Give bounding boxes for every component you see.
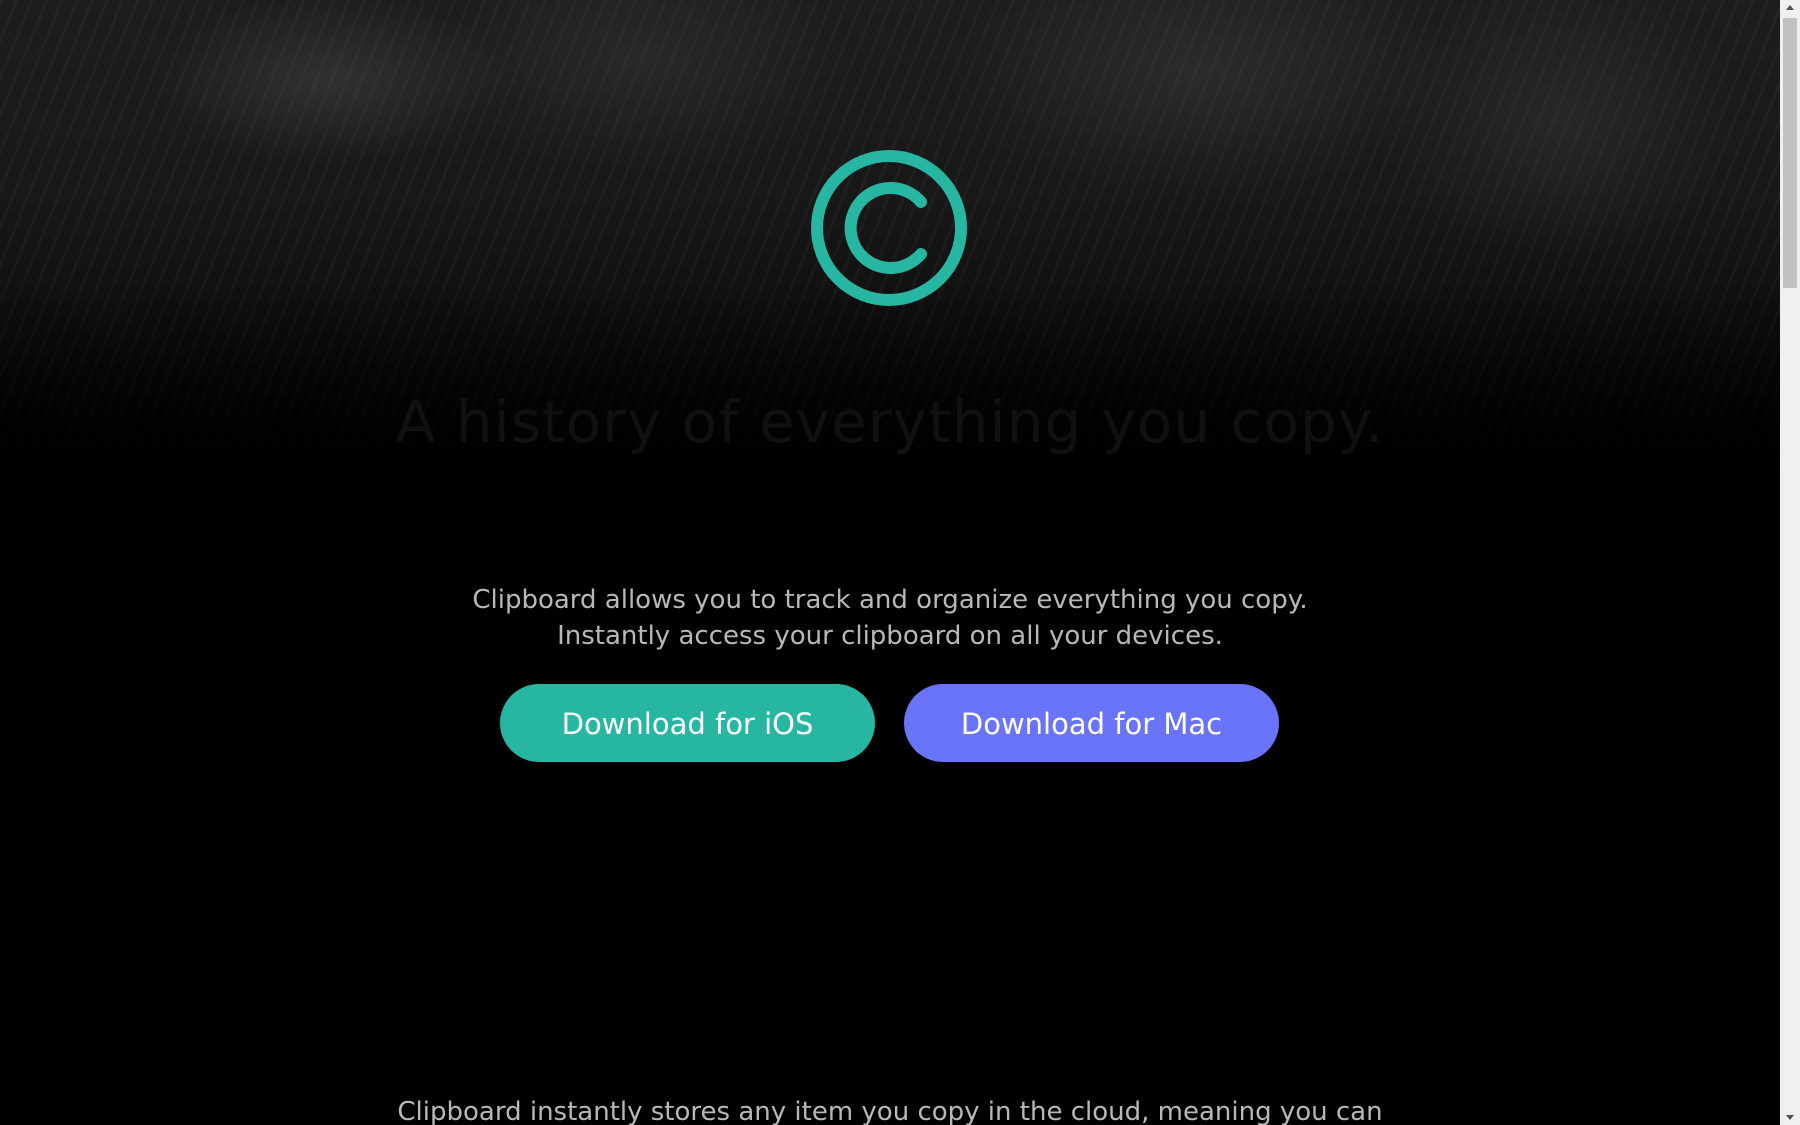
- scroll-up-arrow-icon[interactable]: [1786, 5, 1794, 10]
- download-mac-button[interactable]: Download for Mac: [904, 684, 1279, 762]
- scrollbar-thumb[interactable]: [1783, 18, 1797, 288]
- features-intro-text: Clipboard instantly stores any item you …: [397, 1097, 1383, 1125]
- scroll-down-arrow-icon[interactable]: [1786, 1115, 1794, 1120]
- tagline-line-1: Clipboard allows you to track and organi…: [472, 585, 1308, 615]
- tagline-line-2: Instantly access your clipboard on all y…: [557, 621, 1223, 651]
- copyright-c-icon: [811, 150, 967, 306]
- download-ios-button[interactable]: Download for iOS: [500, 684, 875, 762]
- hero-headline: A history of everything you copy.: [395, 388, 1385, 456]
- page-viewport: A history of everything you copy. Clipbo…: [0, 0, 1780, 1125]
- vertical-scrollbar[interactable]: [1780, 0, 1800, 1125]
- hero-tagline: Clipboard allows you to track and organi…: [0, 582, 1780, 654]
